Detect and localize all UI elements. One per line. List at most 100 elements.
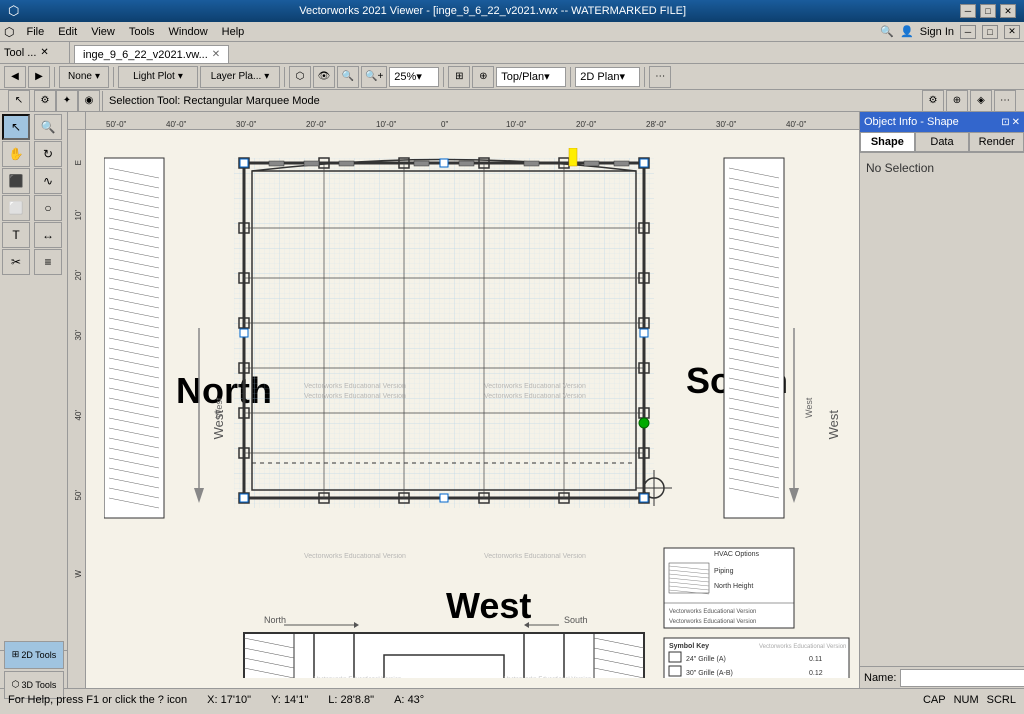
l-coord: L: 28'8.8" — [328, 694, 374, 706]
pointer-icon[interactable]: ↖ — [8, 90, 30, 112]
svg-text:Vectorworks Educational Versio: Vectorworks Educational Version — [304, 553, 406, 560]
caps-indicator: CAP — [923, 694, 946, 706]
polyline-tool[interactable]: ∿ — [34, 168, 62, 194]
svg-text:Vectorworks Educational Versio: Vectorworks Educational Version — [759, 644, 846, 650]
search-icon: 🔍 — [880, 25, 894, 38]
menu-tools[interactable]: Tools — [123, 25, 161, 39]
app-icon: ⬡ — [8, 3, 19, 19]
sep5 — [570, 67, 571, 87]
main-toolbar: ◀ ▶ None▾ Light Plot▾ Layer Pla...▾ ⬡ 👁 … — [0, 64, 1024, 90]
tool-panel-label: Tool ... — [4, 47, 36, 59]
select-tool[interactable]: ↖ — [2, 114, 30, 140]
tab-shape[interactable]: Shape — [860, 132, 915, 152]
panel-close-btn[interactable]: ✕ — [1004, 25, 1020, 39]
2d-icon: ⊞ — [12, 649, 20, 660]
2d-label: 2D Tools — [21, 650, 56, 660]
attribute-tool[interactable]: ≡ — [34, 249, 62, 275]
zoom-in-btn[interactable]: 🔍+ — [361, 66, 387, 88]
snap-config-btn[interactable]: ⊕ — [946, 90, 968, 112]
main-layout: ↖ 🔍 ✋ ↻ ⬛ ∿ ⬜ ○ T ↔ ✂ ≡ ⊞ 2D Tools ⬡ 3D — [0, 112, 1024, 688]
more-btn[interactable]: ⋯ — [649, 66, 671, 88]
close-button[interactable]: ✕ — [1000, 4, 1016, 18]
title-bar: ⬡ Vectorworks 2021 Viewer - [inge_9_6_22… — [0, 0, 1024, 22]
svg-text:Vectorworks Educational Versio: Vectorworks Educational Version — [669, 609, 756, 615]
view-btn[interactable]: 👁 — [313, 66, 335, 88]
none-dropdown[interactable]: None▾ — [59, 66, 109, 88]
rect-tool[interactable]: ⬜ — [2, 195, 30, 221]
document-tab[interactable]: inge_9_6_22_v2021.vw... ✕ — [74, 45, 229, 63]
svg-text:Vectorworks Educational Versio: Vectorworks Educational Version — [484, 393, 586, 400]
svg-text:North: North — [264, 615, 286, 625]
window-controls: ─ □ ✕ — [960, 4, 1016, 18]
svg-text:Vectorworks Educational Versio: Vectorworks Educational Version — [669, 619, 756, 625]
zoom-tool[interactable]: 🔍 — [34, 114, 62, 140]
right-panel-float[interactable]: ⊡ — [1001, 117, 1009, 128]
snap-settings[interactable]: ✦ — [56, 90, 78, 112]
2d-tools-tab[interactable]: ⊞ 2D Tools — [4, 641, 64, 669]
svg-text:0.12: 0.12 — [809, 670, 823, 677]
tab-render[interactable]: Render — [969, 132, 1024, 152]
name-label: Name: — [864, 672, 896, 684]
layer-plan-label: Layer Pla... — [211, 71, 262, 82]
minimize-button[interactable]: ─ — [960, 4, 976, 18]
svg-text:24" Grille (A): 24" Grille (A) — [686, 656, 726, 663]
maximize-button[interactable]: □ — [980, 4, 996, 18]
zoom-combo[interactable]: 25%▾ — [389, 67, 439, 87]
svg-text:Vectorworks Educational Versio: Vectorworks Educational Version — [484, 553, 586, 560]
panel-min-btn[interactable]: ─ — [960, 25, 976, 39]
render-combo[interactable]: 2D Plan▾ — [575, 67, 640, 87]
text-tool[interactable]: T — [2, 222, 30, 248]
more-tools-btn[interactable]: ⋯ — [994, 90, 1016, 112]
drawing-canvas[interactable]: North South West West West — [86, 130, 859, 688]
menu-bar: ⬡ File Edit View Tools Window Help 🔍 👤 S… — [0, 22, 1024, 42]
back-btn[interactable]: ◀ — [4, 66, 26, 88]
pan-tool[interactable]: ✋ — [2, 141, 30, 167]
floor-plan-svg: Vectorworks Educational Version Vectorwo… — [104, 148, 859, 678]
menu-edit[interactable]: Edit — [52, 25, 83, 39]
grid-btn[interactable]: ⊞ — [448, 66, 470, 88]
light-plot-btn[interactable]: Light Plot▾ — [118, 66, 198, 88]
tab-data[interactable]: Data — [915, 132, 970, 152]
canvas-area[interactable]: 50'-0" 40'-0" 30'-0" 20'-0" 10'-0" 0" 10… — [68, 112, 859, 688]
light-plot-label: Light Plot — [133, 71, 175, 82]
a-coord: A: 43° — [394, 694, 424, 706]
sign-in-label[interactable]: Sign In — [920, 26, 954, 38]
settings-icon[interactable]: ⚙ — [34, 90, 56, 112]
tool-settings-btn[interactable]: ⚙ — [922, 90, 944, 112]
snap-toggle[interactable]: ◉ — [78, 90, 100, 112]
right-panel-header: Object Info - Shape ⊡ ✕ — [860, 112, 1024, 132]
vertical-ruler: E 10' 20' 30' 40' 50' W — [68, 130, 86, 688]
menu-file[interactable]: File — [20, 25, 50, 39]
view-combo[interactable]: Top/Plan▾ — [496, 67, 566, 87]
sep6 — [644, 67, 645, 87]
rotate-tool[interactable]: ↻ — [34, 141, 62, 167]
menu-view[interactable]: View — [85, 25, 121, 39]
num-indicator: NUM — [954, 694, 979, 706]
class-btn[interactable]: ⬡ — [289, 66, 311, 88]
zoom-out-btn[interactable]: 🔍 — [337, 66, 359, 88]
right-panel-close[interactable]: ✕ — [1012, 117, 1020, 128]
close-tab-icon[interactable]: ✕ — [212, 49, 220, 60]
circle-tool[interactable]: ○ — [34, 195, 62, 221]
layer-plan-btn[interactable]: Layer Pla...▾ — [200, 66, 280, 88]
menu-window[interactable]: Window — [163, 25, 214, 39]
mirror-tool[interactable]: ⬛ — [2, 168, 30, 194]
svg-text:Piping: Piping — [714, 568, 734, 575]
panel-max-btn[interactable]: □ — [982, 25, 998, 39]
dimension-tool[interactable]: ↔ — [34, 222, 62, 248]
svg-text:Symbol Key: Symbol Key — [669, 643, 709, 650]
snap-btn[interactable]: ⊕ — [472, 66, 494, 88]
svg-text:Vectorworks Educational Versio: Vectorworks Educational Version — [304, 393, 406, 400]
display-btn[interactable]: ◈ — [970, 90, 992, 112]
clip-tool[interactable]: ✂ — [2, 249, 30, 275]
tool-panel-close[interactable]: ✕ — [40, 47, 48, 58]
menu-help[interactable]: Help — [216, 25, 251, 39]
panel-content: No Selection — [860, 153, 1024, 666]
svg-text:Vectorworks Educational Versio: Vectorworks Educational Version — [484, 383, 586, 390]
name-input[interactable] — [900, 669, 1024, 687]
svg-text:West: West — [804, 397, 814, 418]
sep7 — [102, 91, 103, 111]
forward-btn[interactable]: ▶ — [28, 66, 50, 88]
right-info-panel: Object Info - Shape ⊡ ✕ Shape Data Rende… — [859, 112, 1024, 688]
sep1 — [54, 67, 55, 87]
